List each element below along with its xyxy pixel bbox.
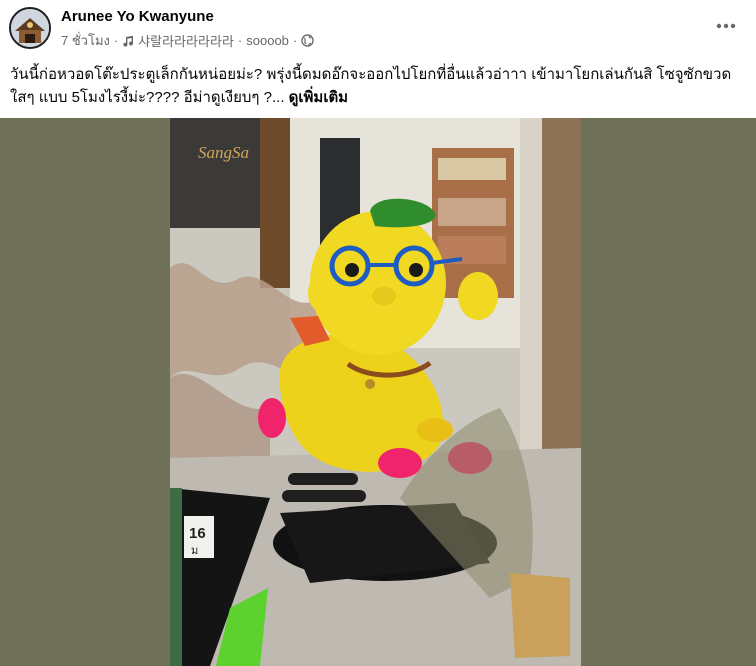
separator-dot: · — [113, 33, 119, 48]
more-options-icon — [716, 23, 736, 29]
music-title[interactable]: 샤랄라라라라라라 — [138, 31, 234, 50]
separator-dot: · — [237, 33, 243, 48]
post-media[interactable]: SangSa 16 ม — [0, 118, 756, 666]
price-label-sub: ม — [191, 545, 198, 557]
music-note-icon — [122, 35, 134, 47]
post-time[interactable]: 7 ชั่วโมง — [61, 30, 110, 51]
sign-text: SangSa — [198, 143, 249, 162]
globe-icon[interactable] — [301, 34, 314, 47]
post-photo[interactable]: SangSa 16 ม — [170, 118, 581, 666]
avatar-image — [11, 9, 49, 47]
author-avatar[interactable] — [9, 7, 51, 49]
photo-scene: SangSa 16 ม — [170, 118, 581, 666]
more-options-button[interactable] — [710, 10, 742, 42]
caption-text: วันนี้ก่อหวอดโต๊ะประตูเล็กกันหน่อยม่ะ? พ… — [10, 66, 732, 106]
price-label-number: 16 — [189, 525, 206, 542]
author-name[interactable]: Arunee Yo Kwanyune — [61, 8, 214, 25]
post-header: Arunee Yo Kwanyune 7 ชั่วโมง · 샤랄라라라라라라 … — [0, 0, 756, 58]
see-more-link[interactable]: ดูเพิ่มเติม — [289, 89, 348, 106]
music-artist[interactable]: soooob — [246, 33, 289, 48]
post-meta: 7 ชั่วโมง · 샤랄라라라라라라 · soooob · — [61, 30, 314, 51]
post-caption: วันนี้ก่อหวอดโต๊ะประตูเล็กกันหน่อยม่ะ? พ… — [10, 63, 748, 109]
separator-dot: · — [292, 33, 298, 48]
